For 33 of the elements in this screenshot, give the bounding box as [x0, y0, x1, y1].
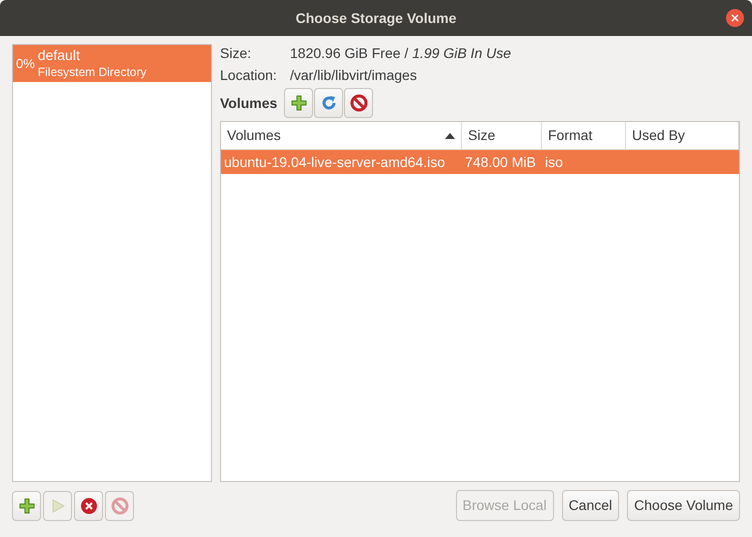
sort-up-icon: [445, 132, 455, 138]
stop-button[interactable]: [74, 490, 103, 520]
column-header[interactable]: Size: [462, 122, 542, 149]
dialog-button[interactable]: Cancel: [562, 490, 620, 521]
no-entry-icon: [110, 496, 128, 514]
plus-icon: [290, 95, 307, 111]
pool-type: Filesystem Directory: [38, 64, 146, 80]
close-icon: [80, 496, 98, 514]
column-header[interactable]: Used By: [626, 122, 739, 149]
table-cell-text: 748.00 MiB: [464, 152, 537, 172]
table-cell-text: ubuntu-19.04-live-server-amd64.iso: [223, 152, 446, 172]
refresh-button[interactable]: [314, 88, 344, 118]
pool-usage: 0%: [16, 54, 35, 72]
dialog-button[interactable]: Choose Volume: [627, 490, 740, 521]
size-value: 1820.96 GiB Free / 1.99 GiB In Use: [290, 44, 512, 62]
table-cell-text: iso: [544, 152, 564, 172]
volumes-label: Volumes: [220, 94, 278, 112]
column-header[interactable]: Format: [542, 122, 626, 149]
column-header[interactable]: Volumes: [221, 122, 462, 149]
no-entry-icon: [350, 94, 368, 112]
refresh-icon: [320, 94, 338, 112]
delete-button[interactable]: [344, 88, 374, 118]
location-label: Location:: [220, 66, 278, 84]
add-button[interactable]: [12, 490, 41, 520]
close-button[interactable]: [726, 9, 744, 27]
close-icon: [731, 14, 739, 22]
pool-name: default: [38, 47, 81, 64]
add-button[interactable]: [284, 88, 314, 118]
location-value: /var/lib/libvirt/images: [290, 66, 418, 84]
size-label: Size:: [220, 44, 252, 62]
window-title: Choose Storage Volume: [296, 8, 456, 28]
play-icon: [50, 498, 66, 514]
plus-icon: [18, 498, 34, 514]
